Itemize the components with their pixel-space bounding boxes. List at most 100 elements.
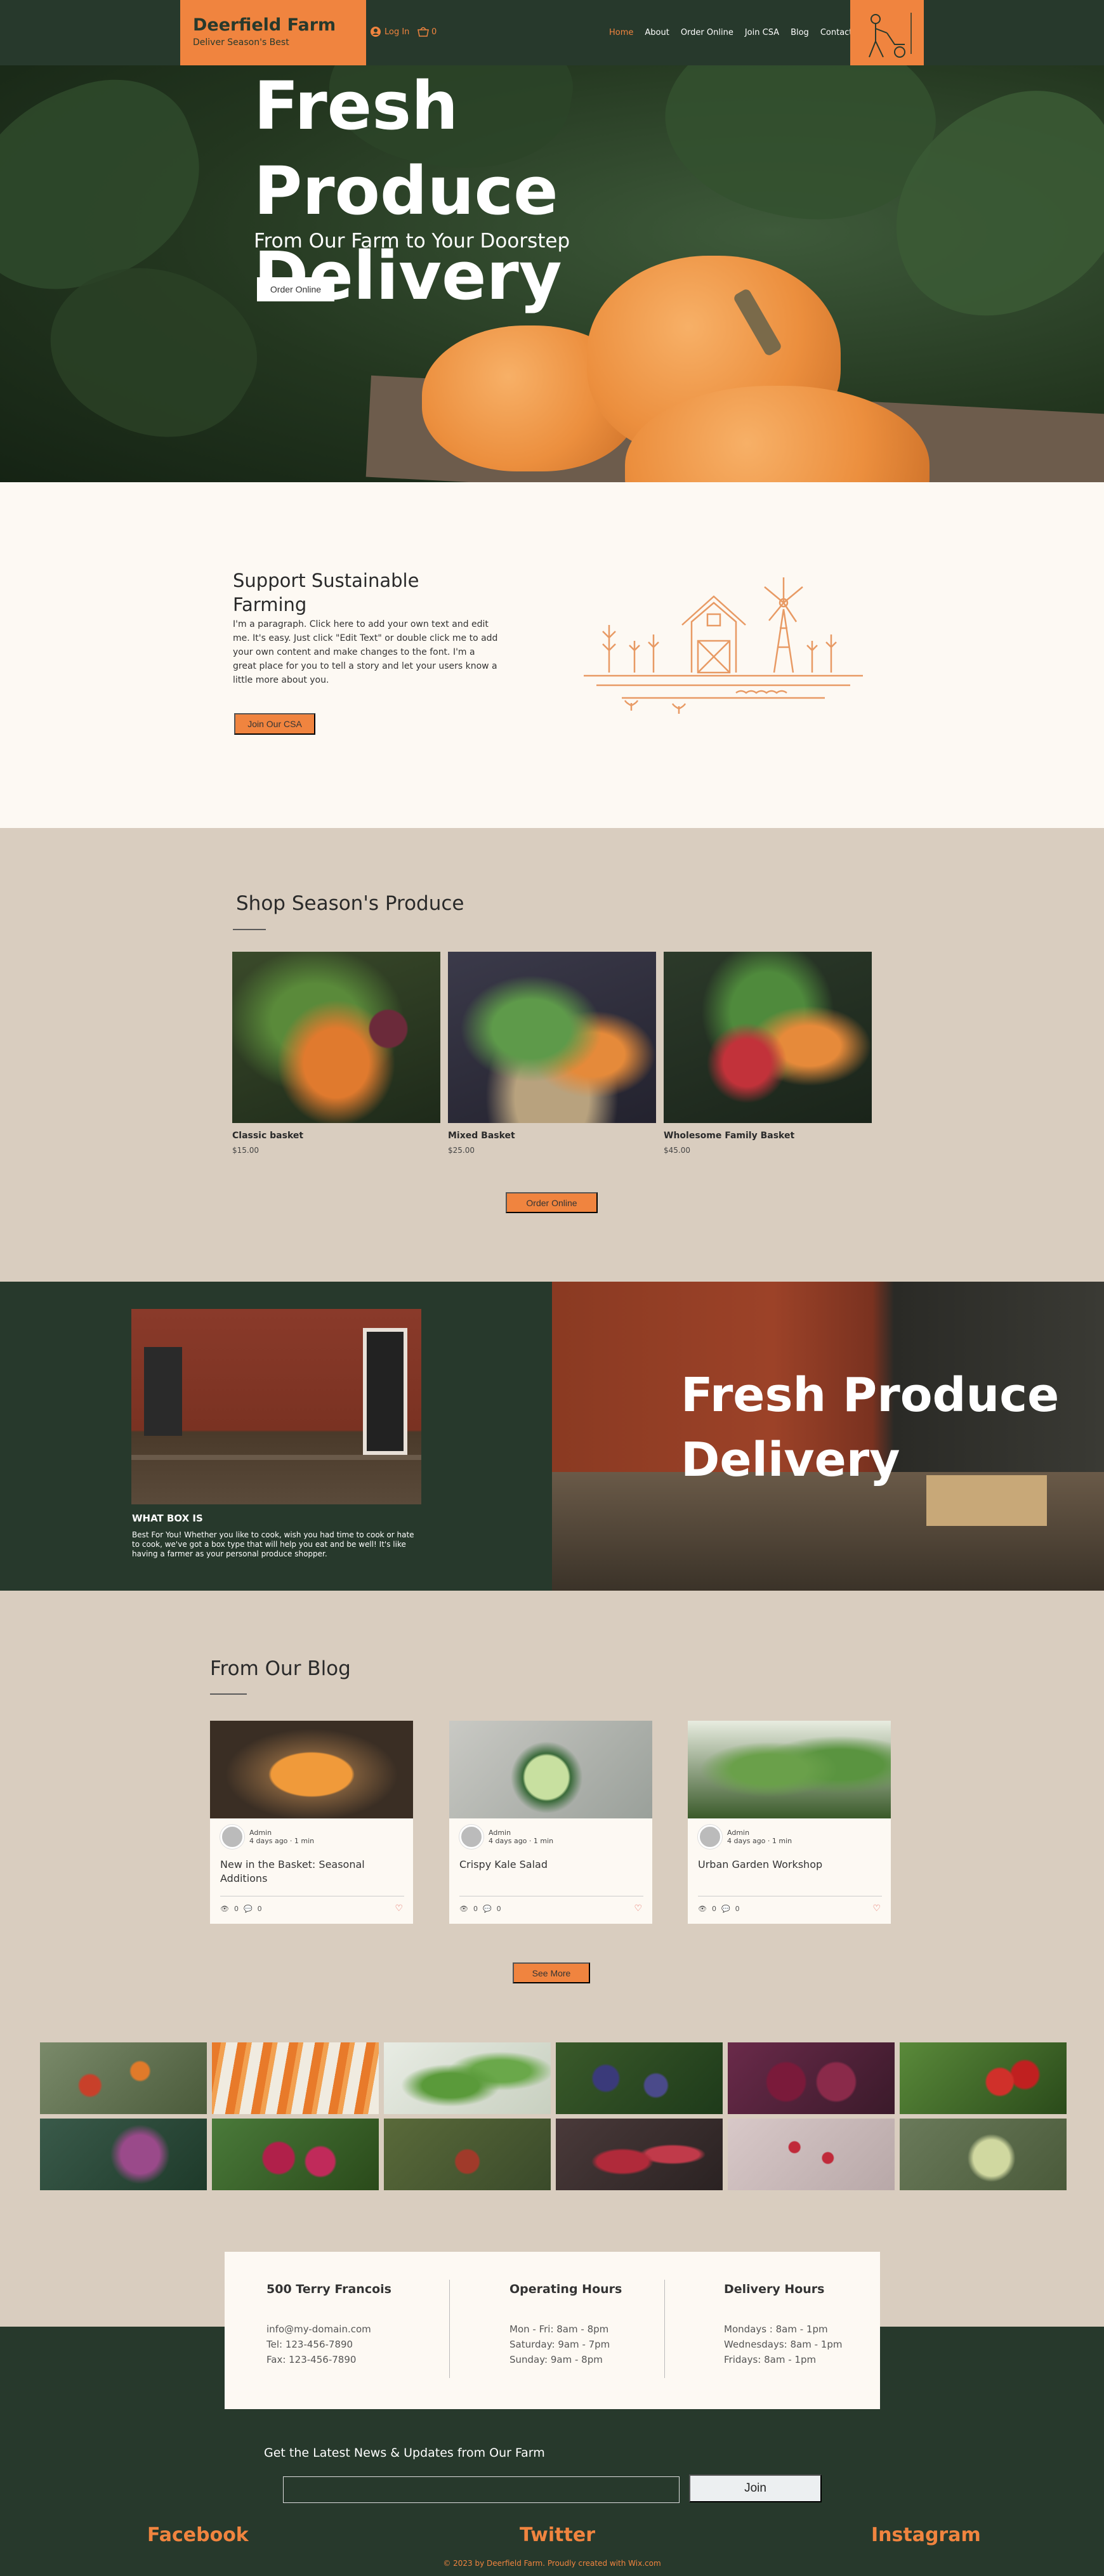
avatar[interactable] xyxy=(459,1825,483,1849)
support-section xyxy=(0,482,1104,828)
gallery-image[interactable] xyxy=(384,2042,551,2114)
views-count: 0 xyxy=(711,1905,716,1913)
post-time: 4 days ago · 1 min xyxy=(727,1837,792,1845)
twitter-link[interactable]: Twitter xyxy=(520,2524,595,2546)
facebook-link[interactable]: Facebook xyxy=(147,2524,249,2546)
shop-title: Shop Season's Produce xyxy=(236,892,464,915)
copyright: © 2023 by Deerfield Farm. Proudly create… xyxy=(443,2559,661,2568)
site-header xyxy=(0,0,1104,65)
blog-post-card[interactable]: Admin 4 days ago · 1 min Crispy Kale Sal… xyxy=(449,1721,652,1924)
basket-icon xyxy=(417,27,429,37)
order-online-button[interactable]: Order Online xyxy=(257,277,334,301)
comments-count: 0 xyxy=(257,1905,262,1913)
post-meta: Admin 4 days ago · 1 min xyxy=(220,1825,314,1849)
post-meta: Admin 4 days ago · 1 min xyxy=(698,1825,792,1849)
comment-icon: 💬 xyxy=(243,1905,253,1913)
nav-join-csa[interactable]: Join CSA xyxy=(745,28,779,37)
views-count: 0 xyxy=(473,1905,478,1913)
avatar[interactable] xyxy=(220,1825,244,1849)
login-label: Log In xyxy=(384,27,410,37)
gallery-image[interactable] xyxy=(728,2042,895,2114)
post-author[interactable]: Admin xyxy=(727,1829,792,1837)
gallery-image[interactable] xyxy=(212,2042,379,2114)
banner-title: Fresh Produce Delivery xyxy=(681,1368,1060,1487)
delivery-hours-column: Delivery Hours Mondays : 8am - 1pm Wedne… xyxy=(724,2282,842,2367)
user-icon xyxy=(371,27,381,37)
product-image[interactable] xyxy=(664,952,872,1123)
operating-hours-heading: Operating Hours xyxy=(509,2282,622,2296)
support-title: Support Sustainable Farming xyxy=(233,570,419,615)
cart-button[interactable]: 0 xyxy=(417,27,437,37)
product-name: Mixed Basket xyxy=(448,1131,515,1141)
phone-line: Tel: 123-456-7890 xyxy=(266,2339,353,2350)
shop-order-online-button[interactable]: Order Online xyxy=(506,1192,598,1213)
login-button[interactable]: Log In xyxy=(371,27,409,37)
gallery-image[interactable] xyxy=(40,2042,207,2114)
farmer-icon xyxy=(869,13,912,58)
box-heading: WHAT BOX IS xyxy=(132,1513,203,1524)
box-text: Best For You! Whether you like to cook, … xyxy=(132,1530,414,1558)
blog-title: From Our Blog xyxy=(210,1657,351,1680)
heart-icon[interactable]: ♡ xyxy=(872,1903,881,1914)
see-more-button[interactable]: See More xyxy=(513,1962,590,1983)
product-card[interactable]: Wholesome Family Basket $45.00 xyxy=(664,952,872,1155)
gallery-image[interactable] xyxy=(212,2119,379,2190)
gallery-image[interactable] xyxy=(556,2042,723,2114)
nav-blog[interactable]: Blog xyxy=(791,28,809,37)
email-link[interactable]: info@my-domain.com xyxy=(266,2322,391,2337)
post-image[interactable] xyxy=(688,1721,891,1818)
gallery-image[interactable] xyxy=(728,2119,895,2190)
post-title[interactable]: New in the Basket: Seasonal Additions xyxy=(220,1858,404,1886)
post-title[interactable]: Urban Garden Workshop xyxy=(698,1858,882,1872)
hours-line: Mon - Fri: 8am - 8pm xyxy=(509,2323,609,2335)
views-icon: 👁 xyxy=(459,1905,468,1913)
logo-subtitle: Deliver Season's Best xyxy=(193,37,289,48)
instagram-link[interactable]: Instagram xyxy=(871,2524,981,2546)
heart-icon[interactable]: ♡ xyxy=(395,1903,403,1914)
product-card[interactable]: Mixed Basket $25.00 xyxy=(448,952,656,1155)
post-time: 4 days ago · 1 min xyxy=(489,1837,554,1845)
post-author[interactable]: Admin xyxy=(489,1829,553,1837)
main-nav: Home About Order Online Join CSA Blog Co… xyxy=(609,28,865,37)
product-card[interactable]: Classic basket $15.00 xyxy=(232,952,440,1155)
newsletter-email-input[interactable] xyxy=(283,2476,680,2503)
support-paragraph: I'm a paragraph. Click here to add your … xyxy=(233,619,498,685)
hours-line: Sunday: 9am - 8pm xyxy=(509,2354,603,2365)
hero-subtitle: From Our Farm to Your Doorstep xyxy=(254,230,570,253)
nav-order-online[interactable]: Order Online xyxy=(681,28,733,37)
product-name: Wholesome Family Basket xyxy=(664,1131,795,1141)
post-stats: 👁 0 💬 0 xyxy=(220,1905,262,1913)
title-underline xyxy=(210,1693,247,1695)
hours-line: Mondays : 8am - 1pm xyxy=(724,2323,828,2335)
avatar[interactable] xyxy=(698,1825,722,1849)
post-author[interactable]: Admin xyxy=(249,1829,314,1837)
blog-post-card[interactable]: Admin 4 days ago · 1 min New in the Bask… xyxy=(210,1721,413,1924)
product-price: $15.00 xyxy=(232,1146,259,1155)
gallery-image[interactable] xyxy=(900,2042,1067,2114)
heart-icon[interactable]: ♡ xyxy=(634,1903,642,1914)
post-image[interactable] xyxy=(449,1721,652,1818)
market-table xyxy=(131,1455,421,1460)
gallery-image[interactable] xyxy=(384,2119,551,2190)
comments-count: 0 xyxy=(496,1905,501,1913)
product-image[interactable] xyxy=(448,952,656,1123)
blog-post-card[interactable]: Admin 4 days ago · 1 min Urban Garden Wo… xyxy=(688,1721,891,1924)
post-title[interactable]: Crispy Kale Salad xyxy=(459,1858,643,1872)
nav-about[interactable]: About xyxy=(645,28,669,37)
post-image[interactable] xyxy=(210,1721,413,1818)
join-csa-button[interactable]: Join Our CSA xyxy=(234,713,315,735)
gallery-image[interactable] xyxy=(900,2119,1067,2190)
barn-door xyxy=(363,1328,407,1455)
product-image[interactable] xyxy=(232,952,440,1123)
farm-illustration xyxy=(584,577,863,714)
gallery-image[interactable] xyxy=(40,2119,207,2190)
fax-line: Fax: 123-456-7890 xyxy=(266,2354,357,2365)
views-icon: 👁 xyxy=(698,1905,707,1913)
gallery-image[interactable] xyxy=(556,2119,723,2190)
nav-home[interactable]: Home xyxy=(609,28,633,37)
logo[interactable]: Deerfield Farm Deliver Season's Best xyxy=(180,0,366,65)
post-stats: 👁 0 💬 0 xyxy=(459,1905,501,1913)
hours-line: Wednesdays: 8am - 1pm xyxy=(724,2339,843,2350)
join-button[interactable]: Join xyxy=(689,2474,822,2502)
barn-window xyxy=(144,1347,182,1436)
